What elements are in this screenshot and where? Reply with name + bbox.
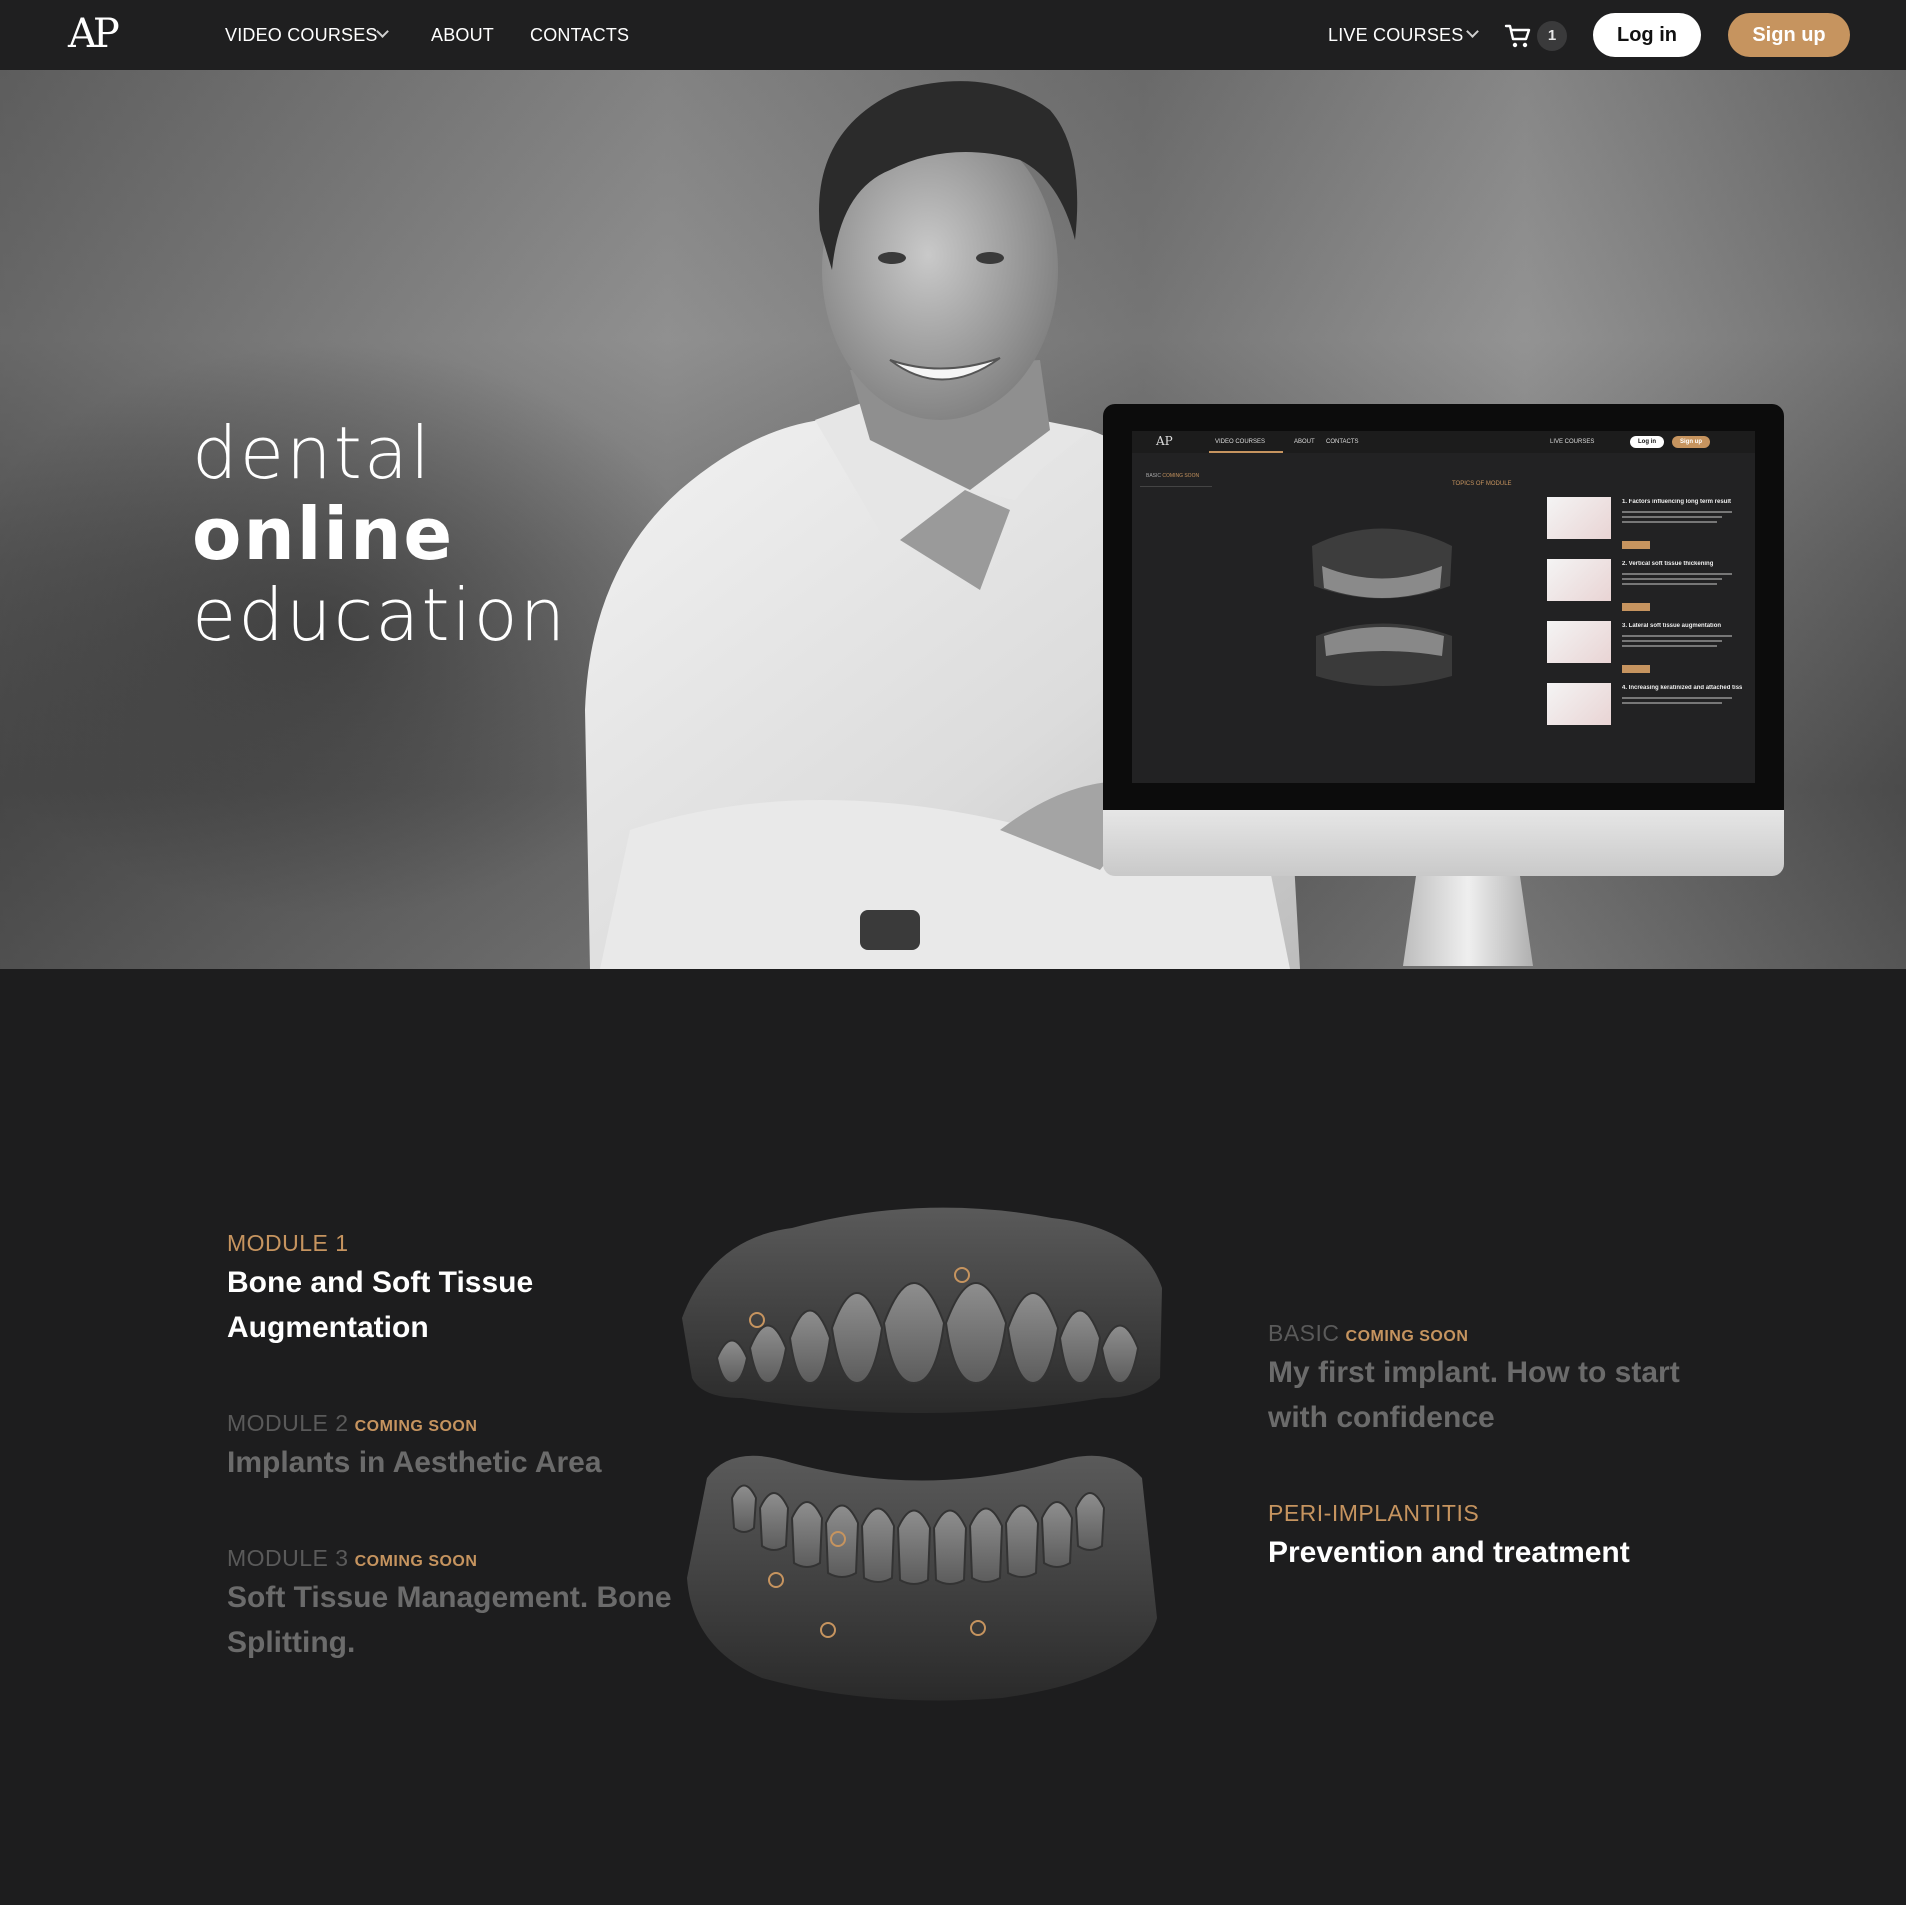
mini-topic-thumb	[1547, 683, 1611, 725]
module-1-title[interactable]: Bone and Soft Tissue	[227, 1260, 533, 1305]
mini-topic-thumb	[1547, 497, 1611, 539]
mini-active-underline	[1209, 451, 1283, 453]
logo[interactable]: AP	[68, 12, 134, 56]
chevron-down-icon[interactable]	[1466, 25, 1479, 38]
coming-soon-badge: COMING SOON	[354, 1553, 478, 1570]
coming-soon-badge: COMING SOON	[354, 1418, 478, 1435]
logo-text: AP	[68, 11, 120, 57]
mini-nav-contacts: CONTACTS	[1326, 439, 1359, 445]
monitor-screen-frame: AP VIDEO COURSES ABOUT CONTACTS LIVE COU…	[1103, 404, 1784, 810]
mini-topic-thumb	[1547, 559, 1611, 601]
hero-headline-line3: education	[192, 573, 568, 657]
mini-topic-card: 4. Increasing keratinized and attached t…	[1547, 683, 1742, 747]
mini-topic-thumb	[1547, 621, 1611, 663]
mini-topic-title: 1. Factors influencing long term result	[1622, 499, 1732, 505]
mini-topic-title: 4. Increasing keratinized and attached t…	[1622, 685, 1742, 691]
monitor-screen: AP VIDEO COURSES ABOUT CONTACTS LIVE COU…	[1132, 431, 1755, 783]
signup-button[interactable]: Sign up	[1728, 13, 1850, 57]
mini-topic-card: 3. Lateral soft tissue augmentation	[1547, 621, 1742, 685]
monitor-mockup: AP VIDEO COURSES ABOUT CONTACTS LIVE COU…	[1103, 404, 1784, 966]
coming-soon-badge: COMING SOON	[1345, 1328, 1469, 1345]
mini-nav-video: VIDEO COURSES	[1215, 439, 1266, 445]
peri-implantitis-label[interactable]: PERI-IMPLANTITIS	[1268, 1500, 1479, 1526]
basic-module-title-line2[interactable]: with confidence	[1268, 1395, 1495, 1440]
monitor-chin	[1103, 810, 1784, 876]
nav-live-courses[interactable]: LIVE COURSES	[1328, 25, 1463, 45]
mini-logo: AP	[1156, 434, 1173, 448]
cart-count-badge: 1	[1537, 21, 1567, 51]
peri-implantitis-title[interactable]: Prevention and treatment	[1268, 1530, 1630, 1575]
mini-topic-title: 3. Lateral soft tissue augmentation	[1622, 623, 1722, 629]
mini-navbar: AP VIDEO COURSES ABOUT CONTACTS LIVE COU…	[1132, 431, 1755, 453]
basic-module-label[interactable]: BASIC COMING SOON	[1268, 1320, 1468, 1350]
mini-topic-card: 1. Factors influencing long term result	[1547, 497, 1742, 561]
nav-contacts[interactable]: CONTACTS	[530, 25, 629, 45]
nav-about[interactable]: ABOUT	[431, 25, 494, 45]
module-3-label[interactable]: MODULE 3 COMING SOON	[227, 1545, 477, 1575]
module-1-title-line2[interactable]: Augmentation	[227, 1305, 429, 1350]
hero-headline-line1: dental	[192, 411, 432, 495]
module-1-label[interactable]: MODULE 1	[227, 1230, 349, 1256]
mini-topic-card: 2. Vertical soft tissue thickening	[1547, 559, 1742, 623]
mini-jaw-model	[1312, 528, 1452, 686]
mini-nav-about: ABOUT	[1294, 439, 1315, 445]
top-navbar: AP VIDEO COURSES ABOUT CONTACTS LIVE COU…	[0, 0, 1906, 70]
login-button[interactable]: Log in	[1593, 13, 1701, 57]
mini-divider	[1140, 486, 1212, 487]
hero-headline-line2: online	[192, 492, 455, 576]
chevron-down-icon[interactable]	[376, 25, 389, 38]
hero-section: dental online education AP VIDEO COURSES…	[0, 70, 1906, 969]
cart-icon[interactable]	[1504, 22, 1532, 50]
mini-topic-title: 2. Vertical soft tissue thickening	[1622, 561, 1714, 567]
monitor-stand	[1403, 876, 1533, 966]
mini-nav-live: LIVE COURSES	[1550, 439, 1595, 445]
mini-login: Log in	[1630, 436, 1664, 448]
basic-module-title[interactable]: My first implant. How to start	[1268, 1350, 1680, 1395]
nav-video-courses[interactable]: VIDEO COURSES	[225, 25, 378, 45]
mini-sidebar-tag: BASIC COMING SOON	[1146, 473, 1200, 479]
mini-signup: Sign up	[1672, 436, 1710, 448]
module-2-title[interactable]: Implants in Aesthetic Area	[227, 1440, 602, 1485]
mini-topics-heading: TOPICS OF MODULE	[1452, 481, 1512, 487]
module-3-title[interactable]: Soft Tissue Management. Bone	[227, 1575, 672, 1620]
module-2-label[interactable]: MODULE 2 COMING SOON	[227, 1410, 477, 1440]
jaw-model-illustration	[682, 1207, 1162, 1701]
module-3-title-line2[interactable]: Splitting.	[227, 1620, 355, 1665]
